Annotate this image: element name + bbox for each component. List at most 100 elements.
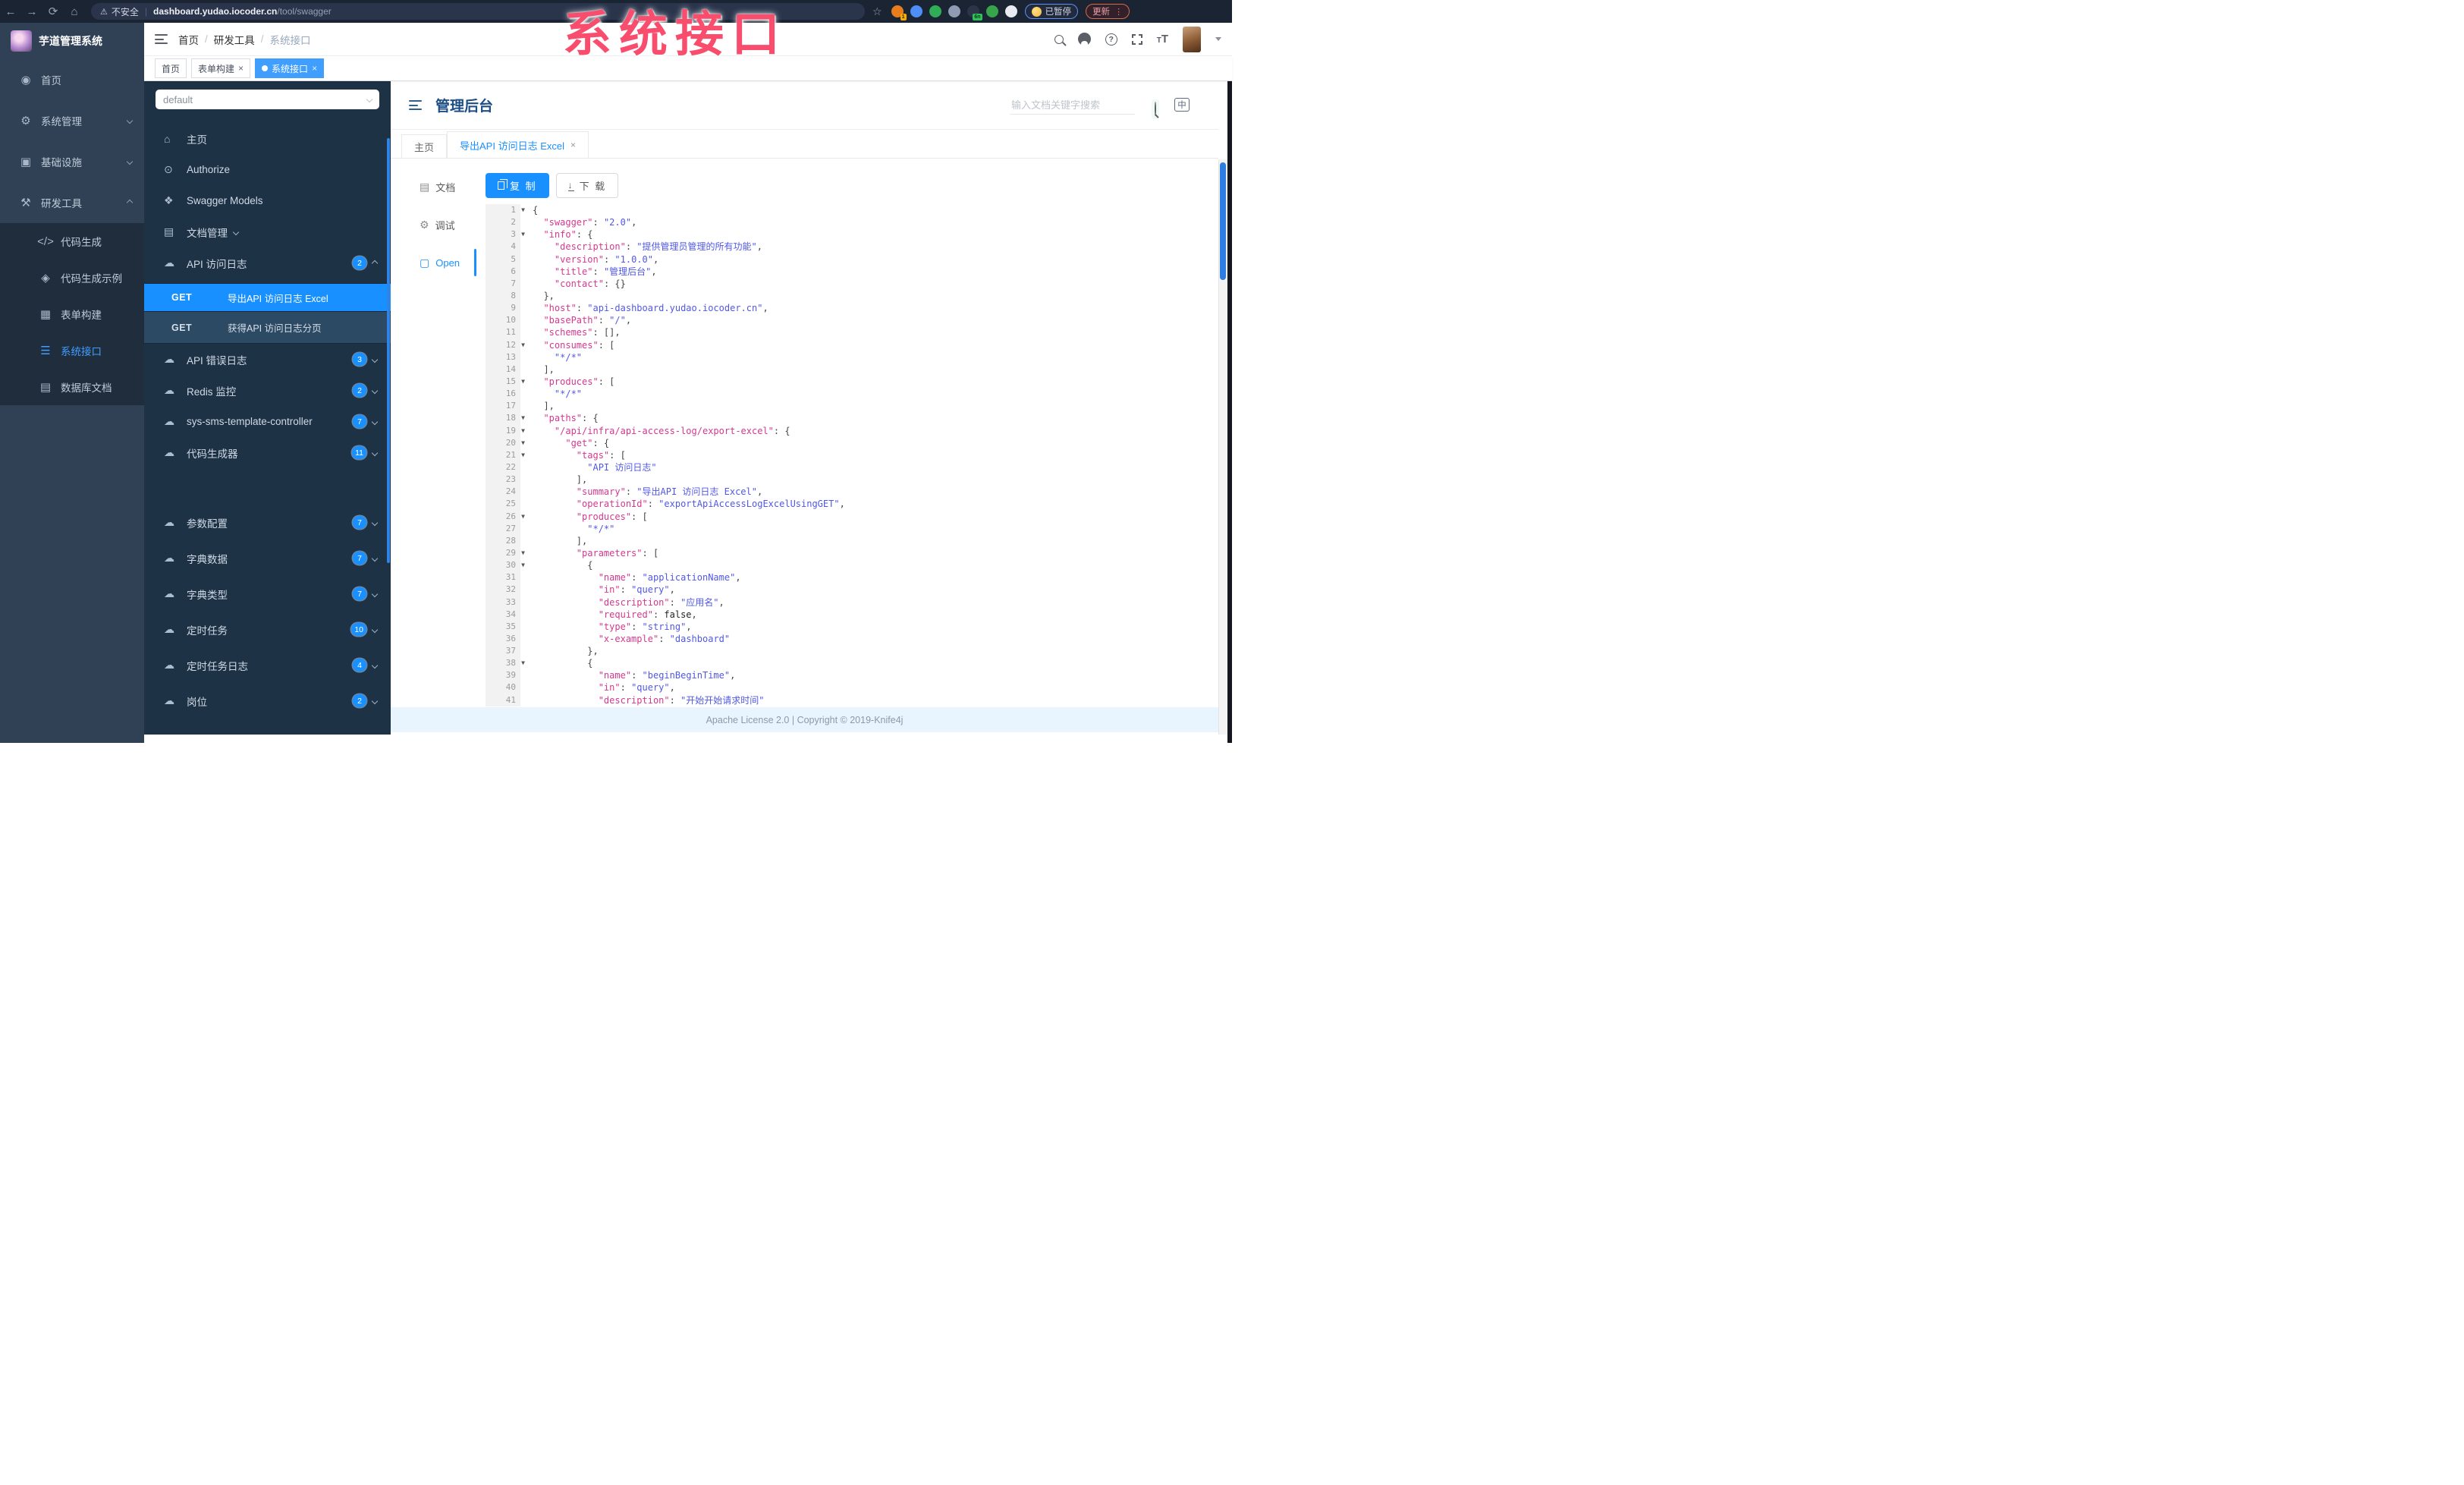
user-avatar[interactable] (1183, 26, 1201, 52)
page-tab-label: 系统接口 (272, 63, 309, 74)
user-menu-caret-icon[interactable] (1215, 37, 1221, 41)
extension-dark[interactable]: 6n (966, 5, 982, 20)
doc-search-icon[interactable] (1152, 99, 1159, 119)
fold-caret-icon[interactable]: ▼ (521, 228, 525, 241)
sidebar-item-2[interactable]: ▣ 基础设施 (0, 141, 144, 182)
sidebar-subitem-1[interactable]: ◈ 代码生成示例 (0, 260, 144, 296)
code-line: 32 "in": "query", (486, 584, 1205, 596)
code-text: "x-example": "dashboard" (598, 633, 731, 644)
breadcrumb-item[interactable]: 首页 (178, 32, 199, 47)
fold-caret-icon[interactable]: ▼ (521, 511, 525, 523)
extension-leaf[interactable] (985, 5, 998, 17)
sidebar-subitem-2[interactable]: ▦ 表单构建 (0, 296, 144, 332)
fold-caret-icon[interactable]: ▼ (521, 547, 525, 559)
doc-side-tab-Open[interactable]: ▢ Open (391, 244, 476, 282)
sidebar-collapse-icon[interactable] (155, 34, 168, 44)
font-size-icon[interactable]: TT (1157, 33, 1168, 45)
code-text: { (533, 560, 593, 571)
sidebar-subitem-3[interactable]: ☰ 系统接口 (0, 332, 144, 369)
extension-shield-green[interactable] (929, 5, 941, 17)
line-number: 30 ▼ (486, 559, 525, 572)
home-icon[interactable]: ⌂ (64, 5, 85, 18)
sidebar-item-1[interactable]: ⚙ 系统管理 (0, 100, 144, 141)
panel-scrollbar-thumb[interactable] (387, 138, 390, 563)
extension-paw[interactable] (1004, 5, 1017, 17)
swagger-menu-label: API 访问日志 (187, 258, 247, 270)
doc-side-tab-调试[interactable]: ⚙ 调试 (391, 206, 474, 244)
fold-caret-icon[interactable]: ▼ (521, 559, 525, 571)
swagger-menu-item-3[interactable]: ▤ 文档管理 (144, 216, 391, 247)
doc-tab-1[interactable]: 导出API 访问日志 Excel × (447, 131, 589, 158)
page-tab-2[interactable]: 系统接口 × (255, 58, 325, 78)
tab-close-icon[interactable]: × (570, 140, 576, 150)
line-number: 33 (486, 596, 520, 609)
main-scrollbar-thumb[interactable] (1220, 162, 1226, 280)
api-group-item-2[interactable]: ☁ sys-sms-template-controller 7 (144, 406, 391, 437)
line-number: 17 (486, 400, 520, 413)
doc-side-tab-文档[interactable]: ▤ 文档 (391, 168, 474, 206)
address-bar[interactable]: ⚠ 不安全 | dashboard.yudao.iocoder.cn /tool… (91, 3, 865, 20)
swagger-menu-item-1[interactable]: ⊙ Authorize (144, 154, 391, 185)
language-toggle-icon[interactable]: 中 (1174, 98, 1190, 112)
doc-tab-0[interactable]: 主页 (401, 134, 448, 158)
swagger-menu-item-4[interactable]: ☁ API 访问日志 2 (144, 247, 391, 278)
extension-orange[interactable]: 1 (891, 5, 907, 20)
page-tab-1[interactable]: 表单构建 × (191, 58, 251, 78)
fold-caret-icon[interactable]: ▼ (521, 449, 525, 461)
fold-caret-icon[interactable]: ▼ (521, 657, 525, 669)
fold-caret-icon[interactable]: ▼ (521, 437, 525, 449)
help-icon[interactable]: ? (1105, 33, 1117, 46)
reload-icon[interactable]: ⟳ (42, 5, 64, 18)
extension-drop[interactable] (910, 5, 922, 17)
forward-icon[interactable]: → (21, 5, 42, 18)
dashboard-icon: ◉ (20, 74, 31, 87)
sidebar-subitem-0[interactable]: </> 代码生成 (0, 223, 144, 260)
operation-item-0[interactable]: GET 导出API 访问日志 Excel (144, 284, 391, 311)
swagger-json-editor[interactable]: 1 ▼{2 "swagger": "2.0", 3 ▼ "info": {4 "des… (486, 204, 1205, 707)
tab-close-icon[interactable]: × (238, 63, 244, 74)
api-group-item-0[interactable]: ☁ API 错误日志 3 (144, 344, 391, 375)
sidebar-item-0[interactable]: ◉ 首页 (0, 59, 144, 100)
search-icon[interactable] (1054, 34, 1064, 44)
fold-caret-icon[interactable]: ▼ (521, 339, 525, 351)
code-text: "get": { (565, 437, 610, 448)
api-group-item-5[interactable]: ☁ 字典数据 7 (144, 540, 391, 576)
swagger-menu-item-0[interactable]: ⌂ 主页 (144, 123, 391, 154)
doc-collapse-icon[interactable] (409, 100, 422, 110)
line-number: 3 ▼ (486, 228, 525, 241)
swagger-menu-item-2[interactable]: ❖ Swagger Models (144, 185, 391, 216)
browser-update-button[interactable]: 更新 ⋮ (1086, 4, 1130, 19)
api-group-item-6[interactable]: ☁ 字典类型 7 (144, 576, 391, 612)
paused-extension-pill[interactable]: 已暂停 (1024, 4, 1079, 19)
breadcrumb-item[interactable]: 研发工具 (214, 32, 255, 47)
api-group-item-1[interactable]: ☁ Redis 监控 2 (144, 375, 391, 406)
line-number: 41 (486, 694, 520, 706)
app-logo-row[interactable]: 芋道管理系统 (0, 23, 144, 59)
code-text: "operationId": "exportApiAccessLogExcelU… (576, 499, 845, 510)
doc-search-input[interactable] (1010, 96, 1135, 114)
browser-menu-icon[interactable]: ⋮ (1114, 7, 1123, 17)
operation-item-1[interactable]: GET 获得API 访问日志分页 (144, 311, 391, 344)
fold-caret-icon[interactable]: ▼ (521, 204, 525, 216)
api-group-item-7[interactable]: ☁ 定时任务 10 (144, 612, 391, 647)
api-group-item-9[interactable]: ☁ 岗位 2 (144, 683, 391, 719)
api-group-select[interactable]: default (156, 90, 379, 109)
back-icon[interactable]: ← (0, 5, 21, 18)
api-group-item-8[interactable]: ☁ 定时任务日志 4 (144, 647, 391, 683)
fold-caret-icon[interactable]: ▼ (521, 425, 525, 437)
github-icon[interactable] (1077, 33, 1091, 46)
download-button[interactable]: ↓ 下 载 (555, 173, 619, 198)
page-tab-0[interactable]: 首页 (155, 58, 187, 78)
api-group-item-3[interactable]: ☁ 代码生成器 11 (144, 437, 391, 468)
extension-grid[interactable] (948, 5, 960, 17)
fold-caret-icon[interactable]: ▼ (521, 412, 525, 424)
api-group-item-4[interactable]: ☁ 参数配置 7 (144, 505, 391, 540)
tab-close-icon[interactable]: × (312, 63, 317, 74)
copy-button[interactable]: 复 制 (486, 173, 549, 198)
fold-caret-icon[interactable]: ▼ (521, 376, 525, 388)
sidebar-subitem-4[interactable]: ▤ 数据库文档 (0, 369, 144, 405)
sidebar-item-3[interactable]: ⚒ 研发工具 (0, 182, 144, 223)
navbar-icons: ? TT (1054, 26, 1232, 52)
fullscreen-icon[interactable] (1131, 33, 1142, 45)
bookmark-star-icon[interactable]: ☆ (872, 5, 882, 18)
